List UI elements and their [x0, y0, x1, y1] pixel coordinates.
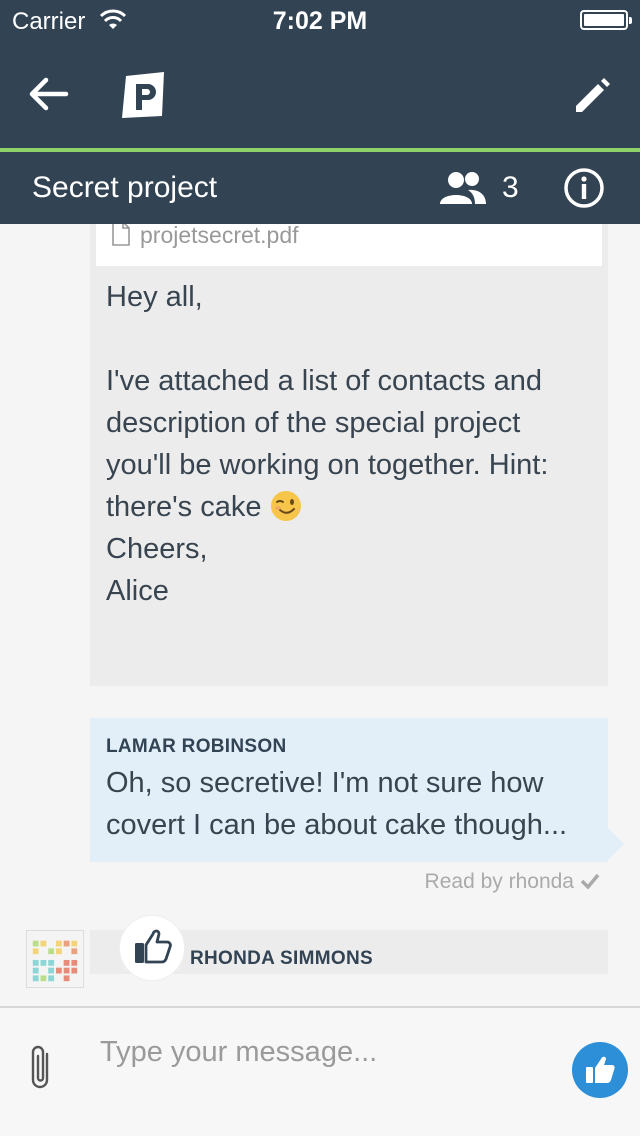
winking-face-emoji: [270, 491, 301, 521]
like-reaction: [120, 916, 184, 980]
conversation-header: Secret project 3: [0, 152, 640, 224]
battery-icon: [580, 10, 632, 30]
message-alice: projetsecret.pdf Hey all, I've attached …: [90, 224, 608, 686]
message-closing: Cheers, Alice: [106, 533, 208, 607]
like-button[interactable]: [572, 1042, 628, 1098]
message-text: Hey all, I've attached a list of contact…: [106, 276, 586, 612]
thumbs-up-icon: [135, 929, 172, 964]
participants-count[interactable]: 3: [502, 171, 519, 205]
status-bar: Carrier 7:02 PM: [0, 0, 640, 40]
sender-name: LAMAR ROBINSON: [106, 736, 287, 757]
thumbs-up-icon: [586, 1056, 615, 1083]
attachment[interactable]: projetsecret.pdf: [96, 224, 602, 266]
attachment-filename: projetsecret.pdf: [140, 224, 299, 248]
read-receipt: Read by rhonda: [425, 870, 600, 894]
read-receipt-text: Read by rhonda: [424, 870, 574, 893]
compose-pencil-icon[interactable]: [572, 76, 612, 116]
message-list[interactable]: projetsecret.pdf Hey all, I've attached …: [0, 224, 640, 1006]
nav-bar: [0, 40, 640, 148]
sender-name: RHONDA SIMMONS: [190, 948, 373, 969]
participants-icon[interactable]: [438, 170, 488, 206]
back-arrow-icon[interactable]: [26, 74, 70, 114]
conversation-title: Secret project: [32, 171, 218, 204]
message-text: Oh, so secretive! I'm not sure how cover…: [106, 767, 568, 841]
paperclip-icon[interactable]: [26, 1042, 56, 1092]
info-icon[interactable]: [563, 167, 605, 209]
message-input[interactable]: [100, 1030, 550, 1074]
app-logo-icon: [122, 72, 164, 118]
file-icon: [112, 224, 130, 246]
message-lamar: LAMAR ROBINSON Oh, so secretive! I'm not…: [90, 718, 624, 862]
clock: 7:02 PM: [272, 7, 368, 35]
message-composer: [0, 1006, 640, 1136]
avatar[interactable]: [26, 930, 84, 988]
checkmark-icon: [580, 873, 600, 889]
message-body: Hey all, I've attached a list of contact…: [106, 281, 549, 523]
